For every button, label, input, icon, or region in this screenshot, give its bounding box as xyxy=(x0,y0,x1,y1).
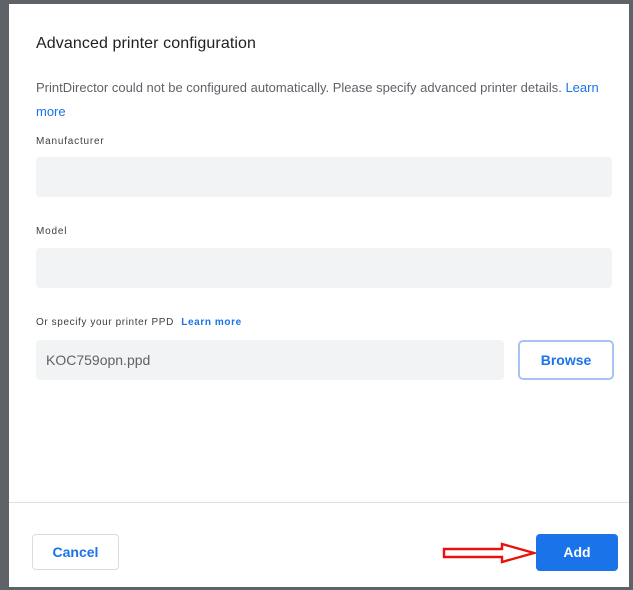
screen: Advanced printer configuration PrintDire… xyxy=(0,0,633,590)
red-arrow-annotation-icon xyxy=(442,542,538,564)
footer-divider xyxy=(9,502,629,503)
dialog-title: Advanced printer configuration xyxy=(36,35,257,52)
advanced-printer-dialog: Advanced printer configuration PrintDire… xyxy=(9,4,629,587)
manufacturer-label: Manufacturer xyxy=(36,136,105,147)
model-label: Model xyxy=(36,226,68,237)
model-input[interactable] xyxy=(36,248,612,288)
add-button[interactable]: Add xyxy=(536,534,618,571)
description-text: PrintDirector could not be configured au… xyxy=(36,80,562,95)
ppd-file-field[interactable]: KOC759opn.ppd xyxy=(36,340,504,380)
ppd-label-row: Or specify your printer PPD Learn more xyxy=(36,317,242,328)
ppd-label: Or specify your printer PPD xyxy=(36,317,174,328)
ppd-learn-more-link[interactable]: Learn more xyxy=(181,317,241,328)
background-window-edge-right xyxy=(629,0,633,590)
dialog-description: PrintDirector could not be configured au… xyxy=(36,76,621,124)
background-window-edge-left xyxy=(0,0,9,590)
cancel-button[interactable]: Cancel xyxy=(32,534,119,570)
manufacturer-input[interactable] xyxy=(36,157,612,197)
browse-button[interactable]: Browse xyxy=(518,340,614,380)
